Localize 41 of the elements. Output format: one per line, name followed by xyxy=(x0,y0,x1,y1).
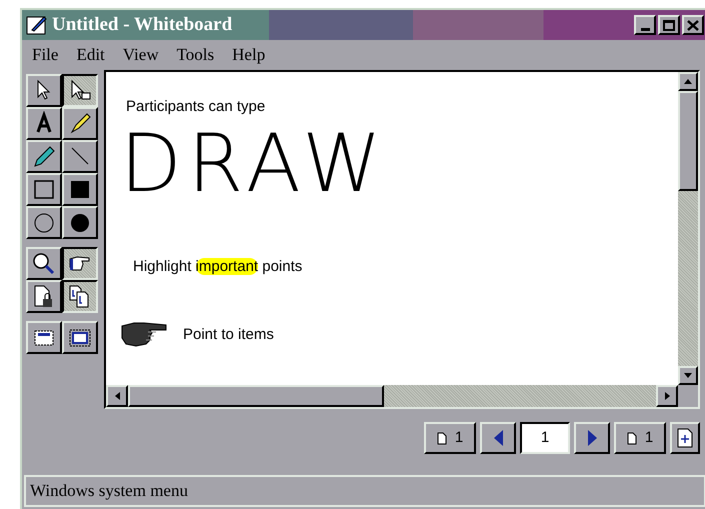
status-text: Windows system menu xyxy=(30,480,188,502)
window-title: Untitled - Whiteboard xyxy=(52,12,232,37)
handwritten-text: DRAW xyxy=(120,124,388,204)
menu-item[interactable]: File xyxy=(32,42,58,68)
scroll-thumb[interactable] xyxy=(128,385,384,407)
page-number-field[interactable]: 1 xyxy=(520,422,570,454)
whiteboard-canvas[interactable]: Participants can type DRAW Highlight important points Point to items xyxy=(106,72,678,385)
whiteboard-icon xyxy=(26,14,48,36)
menu-item[interactable]: View xyxy=(122,42,159,68)
magnifier-icon xyxy=(31,251,57,276)
page-icon xyxy=(626,432,637,444)
page-icon xyxy=(436,432,447,444)
tool-button[interactable] xyxy=(62,280,98,313)
first-page-button[interactable]: 1 xyxy=(424,422,476,454)
tool-button[interactable] xyxy=(62,247,98,280)
minimize-button[interactable] xyxy=(634,15,656,35)
scroll-right-icon[interactable] xyxy=(656,385,678,407)
menu-item[interactable]: Edit xyxy=(76,42,105,68)
tool-button[interactable] xyxy=(62,74,98,107)
scroll-down-icon[interactable] xyxy=(678,366,698,385)
right-triangle-icon xyxy=(588,430,596,446)
previous-page-button[interactable] xyxy=(480,422,516,454)
new-page-icon xyxy=(677,428,693,448)
close-button[interactable] xyxy=(682,15,704,35)
scroll-left-icon[interactable] xyxy=(106,385,128,407)
pointer-label: Point to items xyxy=(183,325,274,345)
menu-item[interactable]: Help xyxy=(232,42,266,68)
horizontal-scrollbar[interactable] xyxy=(106,385,678,407)
vertical-scrollbar[interactable] xyxy=(678,72,698,385)
maximize-button[interactable] xyxy=(658,15,680,35)
pen-icon xyxy=(31,144,57,169)
typed-text: Participants can type xyxy=(126,97,266,117)
insert-page-button[interactable] xyxy=(670,422,700,454)
scroll-up-icon[interactable] xyxy=(678,72,698,91)
scroll-thumb[interactable] xyxy=(678,91,698,191)
left-triangle-icon xyxy=(494,430,502,446)
highlighted-text: Highlight important points xyxy=(133,257,302,277)
menu-item[interactable]: Tools xyxy=(176,42,214,68)
close-icon xyxy=(687,20,699,30)
last-page-button[interactable]: 1 xyxy=(614,422,666,454)
next-page-button[interactable] xyxy=(574,422,610,454)
